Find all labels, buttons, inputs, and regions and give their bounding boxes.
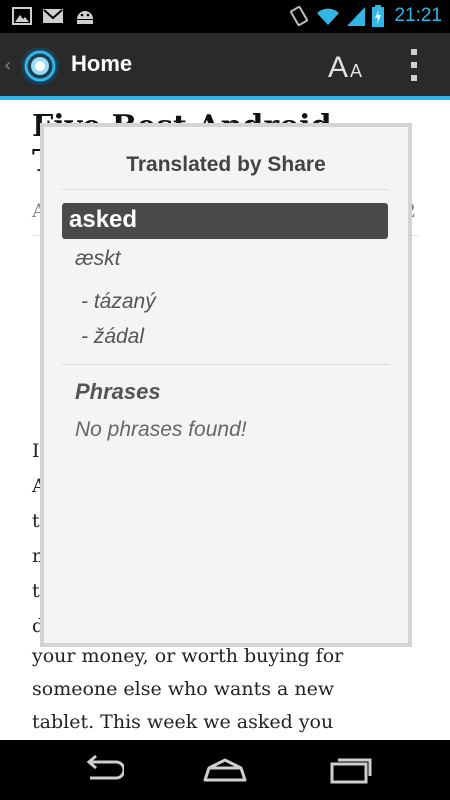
status-bar: 21:21 <box>0 0 450 33</box>
no-phrases-message: No phrases found! <box>75 418 247 441</box>
font-size-icon-small: A <box>350 61 363 81</box>
body-line: tablet. This week we asked you <box>32 711 334 733</box>
title-divider <box>62 189 389 190</box>
translation-dialog[interactable]: Translated by Share asked æskt - tázaný … <box>40 123 412 647</box>
notification-icons <box>12 7 96 25</box>
android-notification-icon <box>77 11 93 24</box>
action-bar: ‹ Home A A <box>0 33 450 98</box>
up-caret-icon: ‹ <box>4 55 12 76</box>
home-icon[interactable] <box>201 754 249 786</box>
navigation-bar <box>0 740 450 800</box>
wifi-icon <box>317 8 340 25</box>
translation-item: - tázaný <box>81 290 156 313</box>
clock: 21:21 <box>394 5 442 26</box>
dialog-title: Translated by Share <box>126 153 326 176</box>
overflow-menu-icon[interactable] <box>402 47 426 85</box>
picture-notification-icon <box>12 7 32 25</box>
phrases-heading: Phrases <box>75 379 161 404</box>
gmail-notification-icon <box>43 9 63 23</box>
translated-word: asked <box>69 206 138 233</box>
signal-icon <box>347 7 366 26</box>
app-icon <box>21 47 59 85</box>
translation-item: - žádal <box>81 325 145 348</box>
body-line: someone else who wants a new <box>32 678 335 700</box>
back-icon[interactable] <box>76 754 124 786</box>
battery-charging-icon <box>372 5 385 27</box>
action-bar-title: Home <box>71 51 133 76</box>
screen-rotation-icon <box>290 5 309 27</box>
translated-word-bar[interactable]: asked <box>62 203 388 239</box>
recent-apps-icon[interactable] <box>326 754 374 786</box>
pronunciation: æskt <box>75 247 121 270</box>
system-icons: 21:21 <box>288 5 442 27</box>
font-size-icon-big: A <box>328 51 349 84</box>
translation-dialog-content: Translated by Share asked æskt - tázaný … <box>44 127 408 643</box>
section-divider <box>62 364 389 365</box>
body-line: your money, or worth buying for <box>32 645 344 667</box>
font-size-button[interactable]: A A <box>322 43 370 87</box>
